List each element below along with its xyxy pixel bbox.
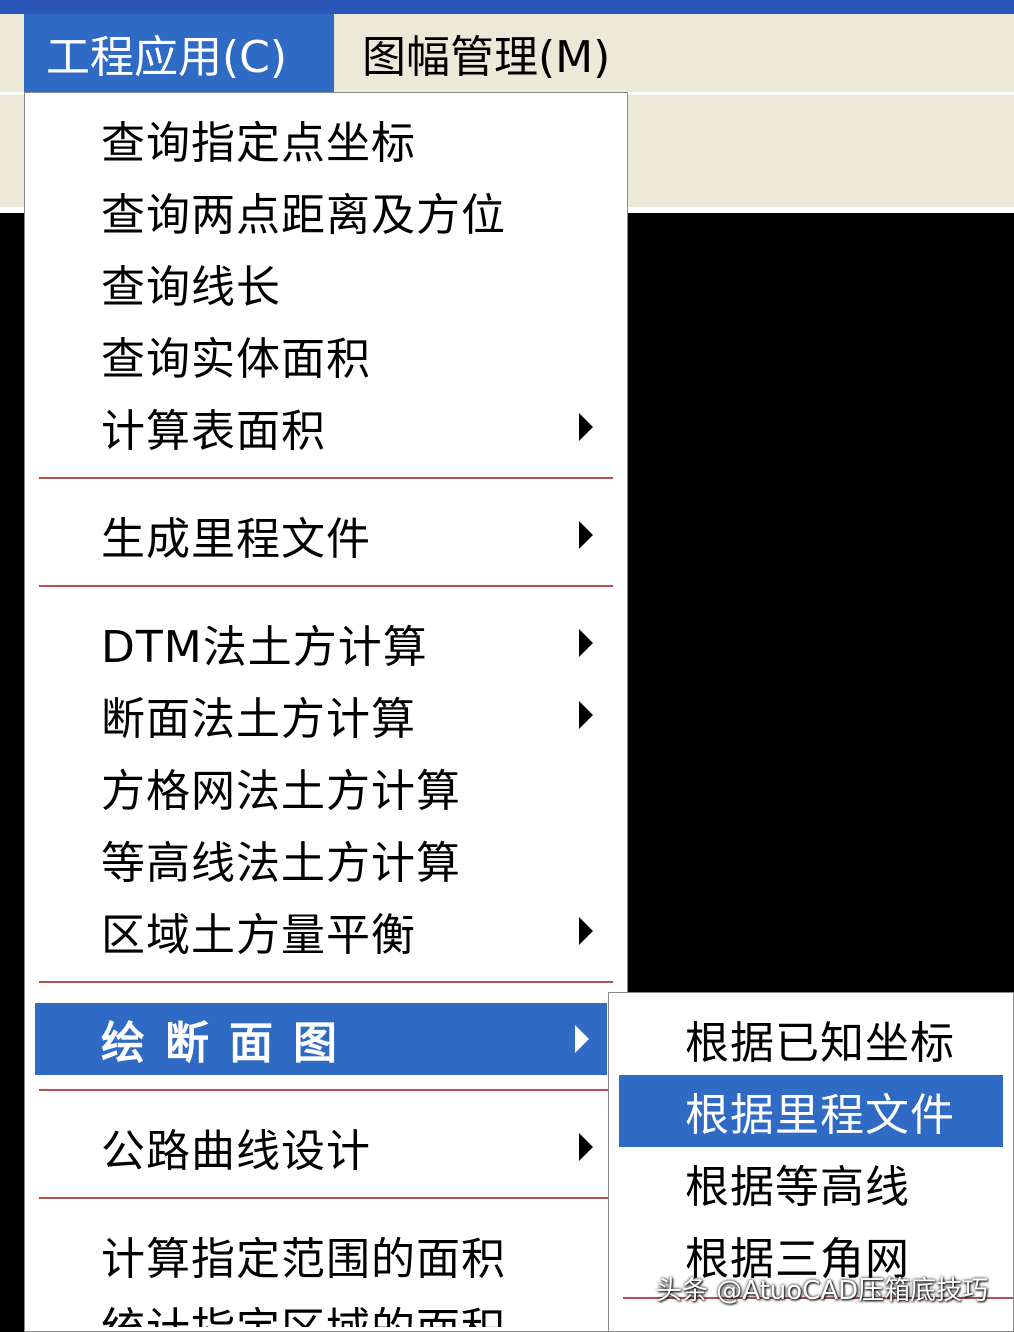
menu-item-label: 查询两点距离及方位 bbox=[101, 190, 506, 241]
submenu-arrow-icon bbox=[579, 701, 593, 729]
menu-item-calc-surface-area[interactable]: 计算表面积 bbox=[25, 391, 627, 463]
submenu-arrow-icon bbox=[579, 413, 593, 441]
menu-item-query-point-coords[interactable]: 查询指定点坐标 bbox=[25, 103, 627, 175]
menu-map-sheet-management[interactable]: 图幅管理(M) bbox=[340, 14, 660, 92]
menu-separator bbox=[39, 981, 613, 983]
menu-item-label: 查询线长 bbox=[101, 262, 281, 313]
menu-item-query-entity-area[interactable]: 查询实体面积 bbox=[25, 319, 627, 391]
menubar-label: 工程应用(C) bbox=[46, 32, 288, 83]
menu-item-query-line-length[interactable]: 查询线长 bbox=[25, 247, 627, 319]
submenu-item-label: 根据已知坐标 bbox=[685, 1018, 955, 1069]
menubar: 工程应用(C) 图幅管理(M) bbox=[0, 0, 1014, 92]
menu-item-generate-mileage-file[interactable]: 生成里程文件 bbox=[25, 499, 627, 571]
menu-separator bbox=[39, 1197, 613, 1199]
menu-item-grid-earthwork[interactable]: 方格网法土方计算 bbox=[25, 751, 627, 823]
menu-item-label: 绘断面图 bbox=[101, 1018, 357, 1069]
menu-item-dtm-earthwork[interactable]: DTM法土方计算 bbox=[25, 607, 627, 679]
menu-separator bbox=[39, 477, 613, 479]
submenu-item-label: 根据等高线 bbox=[685, 1162, 910, 1213]
menu-item-section-earthwork[interactable]: 断面法土方计算 bbox=[25, 679, 627, 751]
submenu-item-label: 根据里程文件 bbox=[685, 1090, 955, 1141]
submenu-arrow-icon bbox=[579, 1133, 593, 1161]
menu-engineering-application[interactable]: 工程应用(C) bbox=[24, 14, 334, 92]
menu-item-label: DTM法土方计算 bbox=[101, 622, 428, 673]
submenu-arrow-icon bbox=[575, 1025, 589, 1053]
menu-item-stat-region-area[interactable]: 统计指定区域的面积 bbox=[25, 1291, 627, 1327]
menu-item-label: 方格网法土方计算 bbox=[101, 766, 461, 817]
menubar-label: 图幅管理(M) bbox=[362, 32, 611, 83]
menu-item-label: 查询指定点坐标 bbox=[101, 118, 416, 169]
menu-item-label: 断面法土方计算 bbox=[101, 694, 416, 745]
menu-item-label: 计算指定范围的面积 bbox=[101, 1234, 506, 1285]
menu-item-label: 统计指定区域的面积 bbox=[101, 1293, 506, 1327]
menu-item-highway-curve-design[interactable]: 公路曲线设计 bbox=[25, 1111, 627, 1183]
submenu-item-from-known-coords[interactable]: 根据已知坐标 bbox=[609, 1003, 1013, 1075]
menu-item-label: 计算表面积 bbox=[101, 406, 326, 457]
menu-item-regional-earthwork-balance[interactable]: 区域土方量平衡 bbox=[25, 895, 627, 967]
submenu-arrow-icon bbox=[579, 521, 593, 549]
submenu-arrow-icon bbox=[579, 629, 593, 657]
submenu-arrow-icon bbox=[579, 917, 593, 945]
menu-item-label: 公路曲线设计 bbox=[101, 1126, 371, 1177]
menu-item-query-distance-bearing[interactable]: 查询两点距离及方位 bbox=[25, 175, 627, 247]
menu-item-contour-earthwork[interactable]: 等高线法土方计算 bbox=[25, 823, 627, 895]
menu-item-draw-section[interactable]: 绘断面图 bbox=[35, 1003, 607, 1075]
menu-item-label: 等高线法土方计算 bbox=[101, 838, 461, 889]
menu-separator bbox=[39, 585, 613, 587]
menu-separator bbox=[39, 1089, 613, 1091]
menu-item-calc-range-area[interactable]: 计算指定范围的面积 bbox=[25, 1219, 627, 1291]
submenu-item-from-mileage-file[interactable]: 根据里程文件 bbox=[619, 1075, 1003, 1147]
engineering-dropdown-menu: 查询指定点坐标 查询两点距离及方位 查询线长 查询实体面积 计算表面积 生成里程… bbox=[24, 92, 628, 1332]
menu-item-label: 区域土方量平衡 bbox=[101, 910, 416, 961]
menu-item-label: 生成里程文件 bbox=[101, 514, 371, 565]
watermark: 头条 @AtuoCAD压箱底技巧 bbox=[656, 1276, 989, 1306]
submenu-item-from-contours[interactable]: 根据等高线 bbox=[609, 1147, 1013, 1219]
menu-item-label: 查询实体面积 bbox=[101, 334, 371, 385]
